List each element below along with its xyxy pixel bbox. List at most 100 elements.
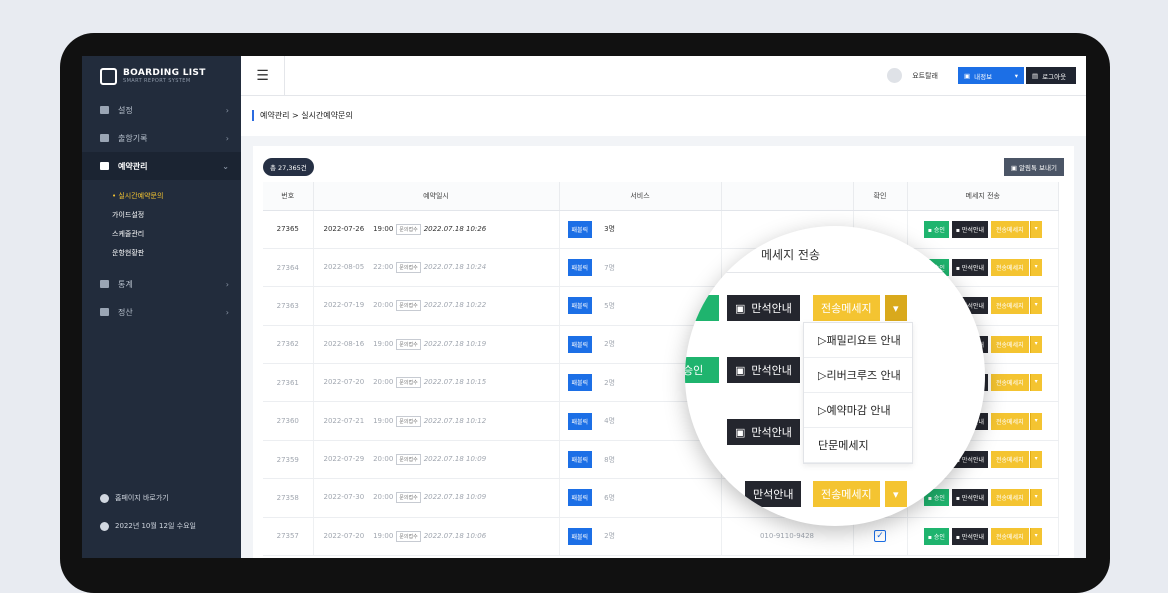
inquiry-datetime: 2022.07.18 10:22 <box>423 301 487 310</box>
table-row[interactable]: 27358 2022-07-30 20:00 문의접수 2022.07.18 10:… <box>263 478 1059 518</box>
approve-button[interactable]: ▪ 승인 <box>923 527 949 545</box>
sidebar-item-stats[interactable]: 통계 › <box>82 270 241 298</box>
table-row[interactable]: 27365 2022-07-26 19:00 문의접수 2022.07.18 10:… <box>263 210 1059 249</box>
zoom-seat-button-3[interactable]: ▣ 만석안내 <box>727 419 800 445</box>
row-service: 패블릭 7명 <box>559 248 722 288</box>
submenu-realtime-inquiry[interactable]: • 실시간예약문의 <box>112 186 241 205</box>
menu-toggle-icon[interactable]: ☰ <box>241 56 285 96</box>
send-message-button[interactable]: 전송메세지 <box>990 220 1029 238</box>
inquiry-tag: 문의접수 <box>396 530 421 542</box>
inquiry-tag: 문의접수 <box>396 454 421 466</box>
chevron-down-icon: ▾ <box>893 487 899 501</box>
send-alimtalk-button[interactable]: ▣ 알림톡 보내기 <box>1003 158 1064 176</box>
reservation-time: 20:00 <box>373 378 394 387</box>
send-message-button[interactable]: 전송메세지 <box>990 451 1029 469</box>
reservation-time: 19:00 <box>373 339 394 348</box>
send-message-dropdown-toggle[interactable]: ▾ <box>1029 259 1042 277</box>
user-profile[interactable]: 요트탈래 <box>887 68 938 83</box>
app-logo[interactable]: BOARDING LIST SMART REPORT SYSTEM <box>82 56 241 96</box>
zoom-send-button-2[interactable]: 전송메세지 <box>813 481 880 507</box>
confirm-checkbox[interactable]: ✓ <box>874 530 886 543</box>
submenu-schedule[interactable]: 스케줄관리 <box>112 224 241 243</box>
zoom-approve-label: 승인 <box>685 364 704 377</box>
chevron-right-icon: › <box>225 105 229 115</box>
people-count: 2명 <box>604 532 615 541</box>
chat-icon: ▣ <box>735 301 746 315</box>
home-icon <box>100 493 109 503</box>
row-number: 27359 <box>263 440 314 480</box>
seat-full-button[interactable]: ▪ 만석안내 <box>951 220 988 238</box>
send-message-dropdown-toggle[interactable]: ▾ <box>1029 489 1042 507</box>
people-count: 8명 <box>604 455 615 464</box>
menu-item-river-cruise[interactable]: ▷리버크루즈 안내 <box>804 358 912 393</box>
zoom-send-dropdown[interactable]: ▾ <box>885 295 907 321</box>
my-info-button[interactable]: ▣ 내정보 ▾ <box>958 67 1024 84</box>
user-name: 요트탈래 <box>912 71 938 80</box>
zoom-divider <box>685 272 985 273</box>
homepage-link[interactable]: 홈페이지 바로가기 <box>100 484 196 512</box>
zoom-seat-button-2[interactable]: ▣ 만석안내 <box>727 357 800 383</box>
zoom-send-dropdown-2[interactable]: ▾ <box>885 481 907 507</box>
send-message-dropdown-toggle[interactable]: ▾ <box>1029 335 1042 353</box>
seat-full-button[interactable]: ▪ 만석안내 <box>951 259 988 277</box>
inquiry-datetime: 2022.07.18 10:24 <box>423 263 487 272</box>
sidebar-item-departure-log[interactable]: 출항기록 › <box>82 124 241 152</box>
row-number: 27365 <box>263 210 314 249</box>
row-service: 패블릭 8명 <box>559 440 722 480</box>
people-count: 3명 <box>604 225 615 234</box>
zoom-seat-button-4[interactable]: 만석안내 <box>745 481 802 507</box>
send-message-button[interactable]: 전송메세지 <box>990 489 1029 507</box>
sidebar-item-label: 예약관리 <box>118 161 148 171</box>
sidebar-item-settings[interactable]: 설정 › <box>82 96 241 124</box>
row-service: 패블릭 3명 <box>559 210 722 249</box>
send-message-dropdown-toggle[interactable]: ▾ <box>1029 412 1042 430</box>
service-badge: 패블릭 <box>567 297 593 315</box>
send-message-button[interactable]: 전송메세지 <box>990 259 1029 277</box>
reservation-time: 20:00 <box>373 455 394 464</box>
send-message-button[interactable]: 전송메세지 <box>990 374 1029 392</box>
send-message-dropdown-toggle[interactable]: ▾ <box>1029 220 1042 238</box>
chevron-down-icon: ⌄ <box>222 161 229 171</box>
send-message-button[interactable]: 전송메세지 <box>990 527 1029 545</box>
sidebar-item-label: 설정 <box>118 105 133 115</box>
inquiry-tag: 문의접수 <box>396 492 421 504</box>
send-message-dropdown-toggle[interactable]: ▾ <box>1029 374 1042 392</box>
send-message-button[interactable]: 전송메세지 <box>990 412 1029 430</box>
submenu-operation-board[interactable]: 운항현황판 <box>112 243 241 262</box>
sidebar: BOARDING LIST SMART REPORT SYSTEM 설정 › 출항… <box>82 56 241 558</box>
menu-item-short-message[interactable]: 단문메세지 <box>804 428 912 463</box>
row-datetime: 2022-08-05 22:00 문의접수 2022.07.18 10:24 <box>313 248 560 288</box>
reservation-date: 2022-07-20 <box>323 378 365 387</box>
logout-button[interactable]: ▤ 로그아웃 <box>1026 67 1076 84</box>
zoom-approve-button-2[interactable]: 승인 <box>685 357 719 383</box>
seat-full-label: 만석안내 <box>961 226 984 234</box>
menu-item-booking-closed[interactable]: ▷예약마감 안내 <box>804 393 912 428</box>
inquiry-datetime: 2022.07.18 10:15 <box>423 378 487 387</box>
inquiry-datetime: 2022.07.18 10:09 <box>423 493 487 502</box>
send-message-dropdown-toggle[interactable]: ▾ <box>1029 297 1042 315</box>
chevron-down-icon: ▾ <box>893 301 899 315</box>
inquiry-tag: 문의접수 <box>396 415 421 427</box>
seat-full-button[interactable]: ▪ 만석안내 <box>951 489 988 507</box>
avatar <box>887 68 903 83</box>
zoom-seat-button[interactable]: ▣ 만석안내 <box>727 295 800 321</box>
send-message-button[interactable]: 전송메세지 <box>990 297 1029 315</box>
approve-button[interactable]: ▪ 승인 <box>923 220 949 238</box>
send-message-dropdown-toggle[interactable]: ▾ <box>1029 527 1042 545</box>
sidebar-item-reservations[interactable]: 예약관리 ⌄ <box>82 152 241 180</box>
zoom-title: 메세지 전송 <box>761 248 821 262</box>
menu-item-family-yacht[interactable]: ▷패밀리요트 안내 <box>804 323 912 358</box>
seat-full-label: 만석안내 <box>961 457 984 465</box>
row-service: 패블릭 2명 <box>559 517 722 557</box>
submenu-guide-settings[interactable]: 가이드설정 <box>112 205 241 224</box>
zoom-approve-button[interactable]: 승인 <box>685 295 719 321</box>
people-count: 2명 <box>604 340 615 349</box>
row-service: 패블릭 6명 <box>559 478 722 518</box>
send-message-dropdown-toggle[interactable]: ▾ <box>1029 451 1042 469</box>
send-message-button[interactable]: 전송메세지 <box>990 335 1029 353</box>
table-row[interactable]: 27357 2022-07-20 19:00 문의접수 2022.07.18 10:… <box>263 517 1059 557</box>
seat-full-button[interactable]: ▪ 만석안내 <box>951 527 988 545</box>
sidebar-item-settlement[interactable]: 정산 › <box>82 298 241 326</box>
zoom-send-button[interactable]: 전송메세지 <box>813 295 880 321</box>
people-count: 4명 <box>604 417 615 426</box>
